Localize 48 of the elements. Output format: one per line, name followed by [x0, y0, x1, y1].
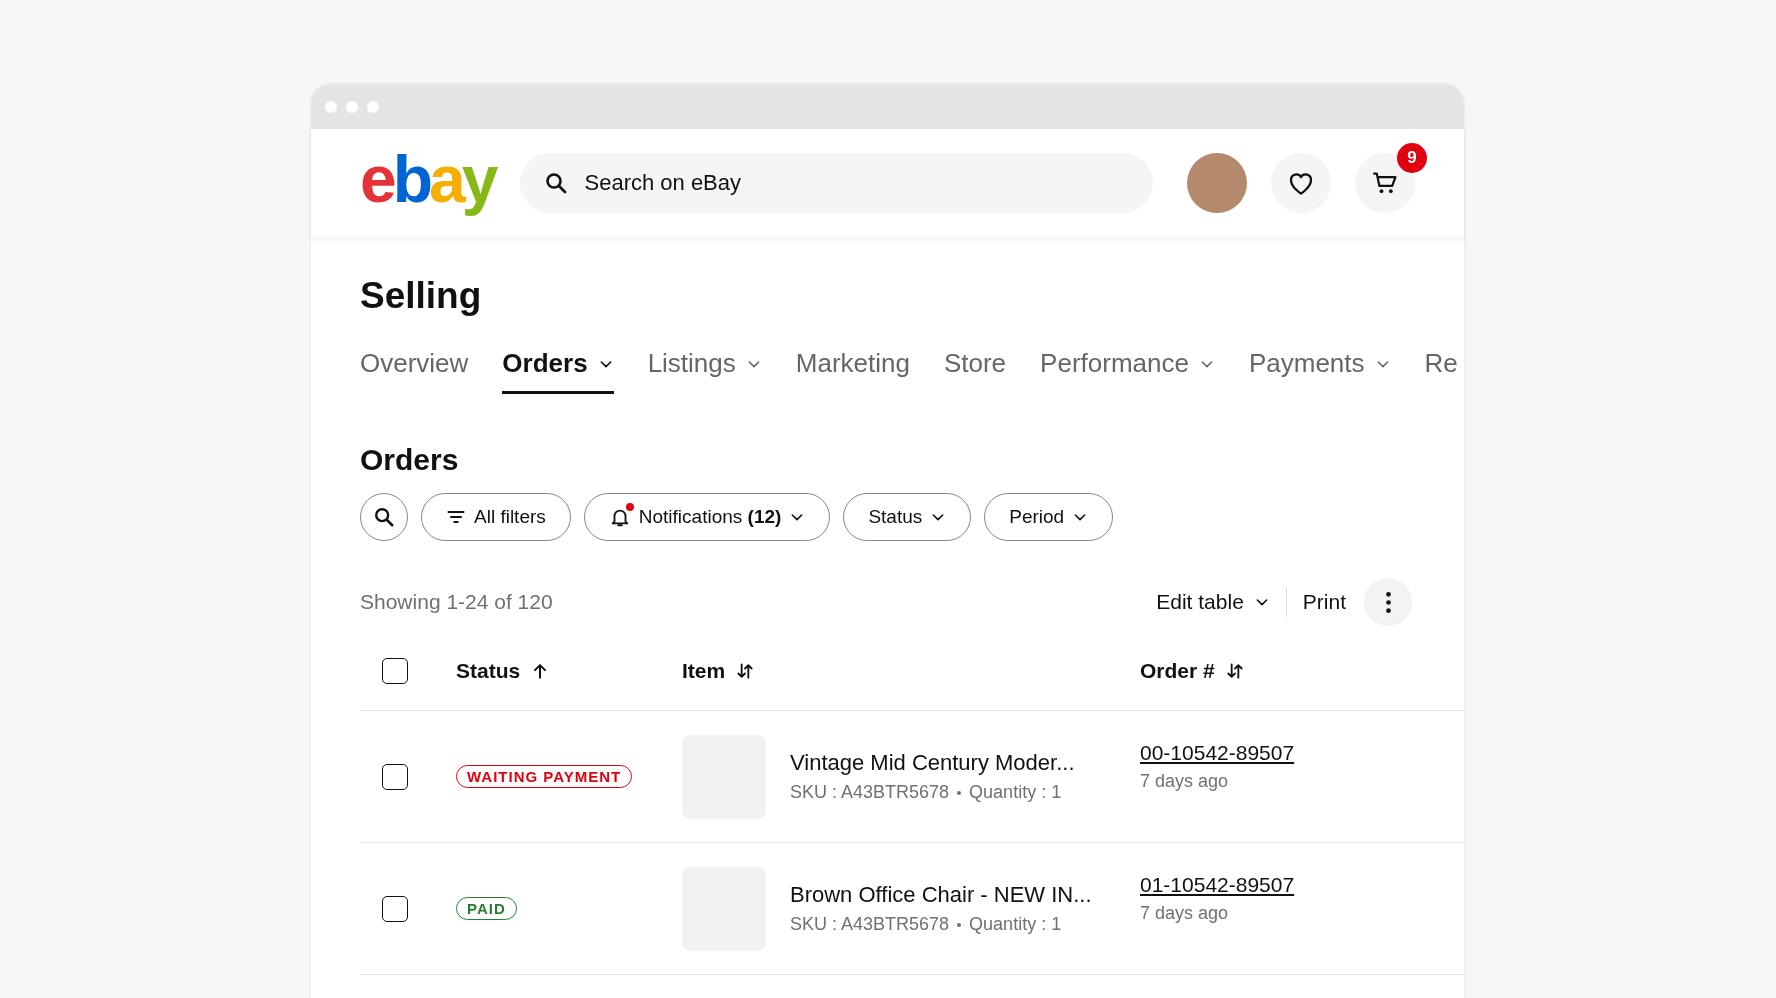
sort-arrows-icon: [735, 661, 756, 681]
nav-tab[interactable]: Performance: [1040, 348, 1215, 394]
item-quantity: Quantity : 1: [969, 782, 1062, 803]
column-header[interactable]: Item: [682, 659, 756, 683]
nav-tab[interactable]: Payments: [1248, 348, 1391, 394]
nav-tab[interactable]: Marketing: [795, 348, 910, 394]
window-dot[interactable]: [346, 100, 358, 113]
action-link[interactable]: Print: [1286, 590, 1362, 614]
nav-tab[interactable]: Listings: [647, 348, 762, 394]
search-field[interactable]: Search on eBay: [520, 153, 1154, 213]
column-header[interactable]: Order #: [1140, 659, 1245, 683]
item-quantity: Quantity : 1: [969, 914, 1062, 935]
more-options-button[interactable]: [1364, 578, 1412, 626]
search-icon: [544, 171, 569, 195]
window-dot[interactable]: [325, 100, 337, 113]
results-count: Showing 1-24 of 120: [360, 590, 553, 614]
select-all-checkbox[interactable]: [382, 658, 408, 684]
nav-tab[interactable]: Overview: [360, 348, 469, 394]
order-number-link[interactable]: 01-10542-89507: [1140, 873, 1464, 897]
filter-chip[interactable]: All filters: [421, 493, 571, 541]
nav-tab[interactable]: Orders: [502, 348, 614, 394]
bullet-separator: [957, 922, 962, 927]
row-checkbox[interactable]: [382, 895, 408, 922]
filter-chip[interactable]: Period: [984, 493, 1114, 541]
dropdown-button[interactable]: Edit table: [1140, 590, 1286, 614]
item-title[interactable]: Brown Office Chair - NEW IN...: [790, 882, 1092, 908]
bullet-separator: [957, 790, 962, 795]
column-header[interactable]: Status: [456, 659, 551, 683]
filter-chip[interactable]: Status: [843, 493, 972, 541]
sort-arrows-icon: [1224, 661, 1245, 681]
row-checkbox[interactable]: [382, 763, 408, 790]
page-title: Selling: [360, 275, 483, 317]
nav-tab[interactable]: Store: [943, 348, 1007, 394]
search-icon: [373, 506, 395, 528]
order-number-link[interactable]: 00-10542-89507: [1140, 741, 1464, 765]
order-age: 7 days ago: [1140, 903, 1230, 924]
search-button[interactable]: [360, 493, 408, 541]
filter-chip[interactable]: Notifications (12): [583, 493, 831, 541]
avatar[interactable]: [1187, 153, 1247, 213]
cart-count-badge: 9: [1397, 143, 1427, 173]
section-title: Orders: [360, 443, 460, 477]
kebab-icon: [1385, 591, 1391, 613]
nav-tab[interactable]: Re: [1424, 348, 1458, 394]
item-sku: SKU : A43BTR5678: [790, 914, 950, 935]
item-title[interactable]: Vintage Mid Century Moder...: [790, 750, 1075, 776]
item-sku: SKU : A43BTR5678: [790, 782, 950, 803]
order-age: 7 days ago: [1140, 771, 1230, 792]
window-dot[interactable]: [367, 100, 379, 113]
